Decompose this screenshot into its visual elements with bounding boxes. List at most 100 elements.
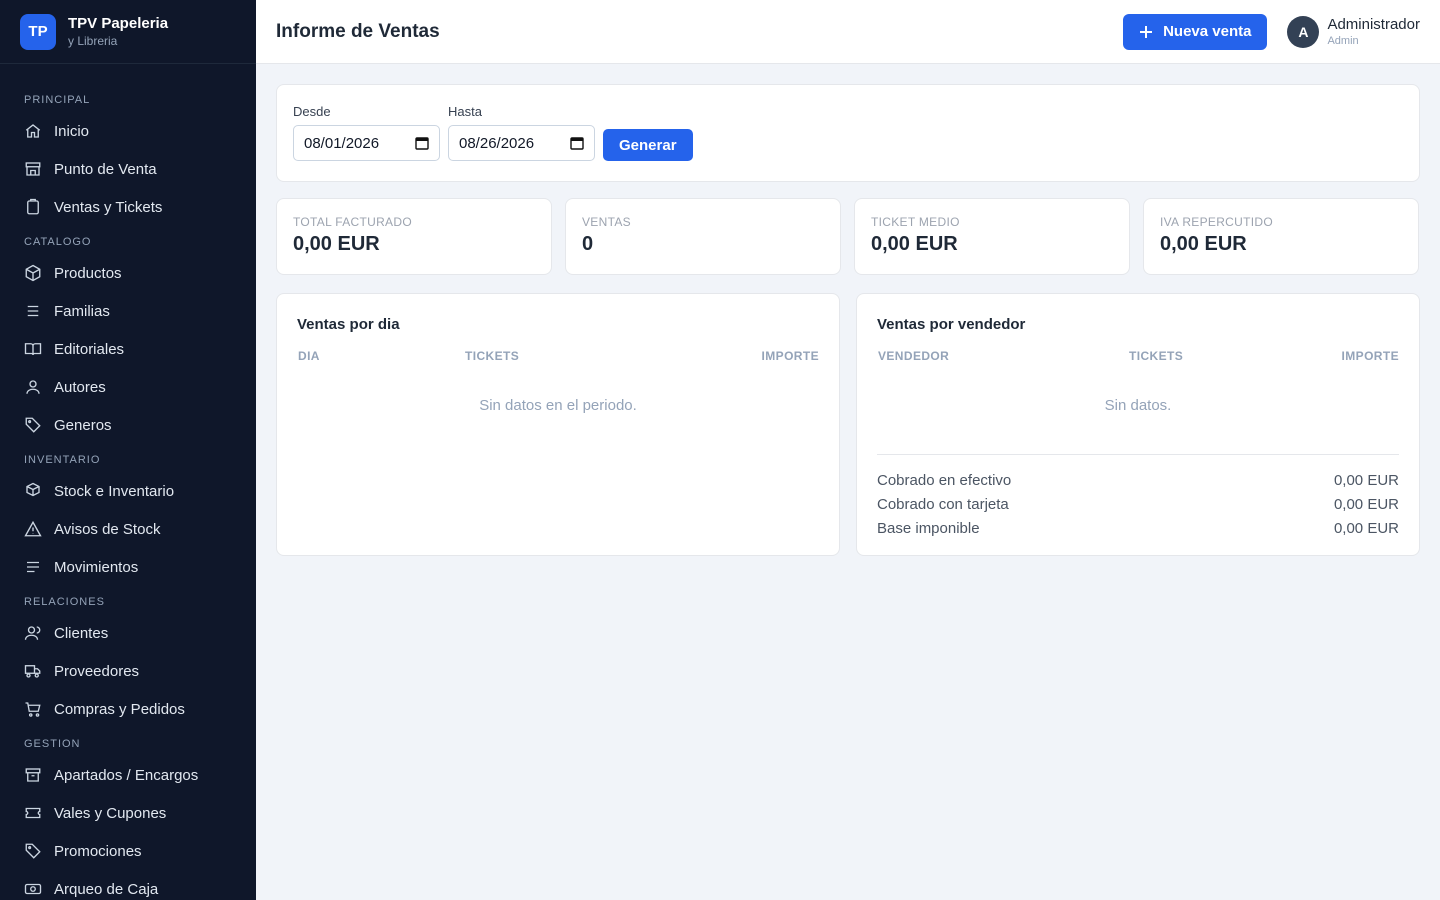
kpi-label: VENTAS [582,215,631,229]
nav-section-gestion: GESTION [24,738,81,750]
to-date-label: Hasta [448,104,482,119]
nav-section-inventario: INVENTARIO [24,454,101,466]
sidebar-item-clientes[interactable]: Clientes [0,614,256,652]
cart-icon [25,702,41,717]
sidebar-item-label: Familias [54,302,110,320]
sidebar-item-familias[interactable]: Familias [0,292,256,330]
empty-state: Sin datos en el periodo. [479,397,637,414]
sidebar-item-label: Productos [54,264,122,282]
sidebar-item-avisos-stock[interactable]: Avisos de Stock [0,510,256,548]
sidebar-item-generos[interactable]: Generos [0,406,256,444]
from-date-label: Desde [293,104,331,119]
kpi-value: 0,00 EUR [1160,233,1247,255]
generate-button[interactable]: Generar [603,129,693,161]
summary-value: 0,00 EUR [1333,472,1399,489]
column-header-vendedor[interactable]: VENDEDOR [877,349,1129,363]
home-icon [25,124,41,138]
kpi-row: TOTAL FACTURADO 0,00 EUR VENTAS 0 TICKET… [276,198,1420,275]
kpi-total-facturado: TOTAL FACTURADO 0,00 EUR [276,198,552,275]
column-header-tickets[interactable]: TICKETS [1129,349,1249,363]
users-icon [24,626,41,640]
summary-label: Cobrado en efectivo [877,472,1012,489]
sidebar-item-label: Generos [54,416,112,434]
warning-icon [24,520,42,537]
sidebar-item-label: Avisos de Stock [54,520,161,538]
panel-title: Ventas por vendedor [877,316,1026,333]
to-date-input[interactable]: 08/26/2026 [448,125,595,161]
summary-value: 0,00 EUR [1333,496,1399,513]
cube-icon [25,264,41,282]
cash-icon [24,883,42,895]
sidebar-item-punto-de-venta[interactable]: Punto de Venta [0,150,256,188]
user-name: Administrador [1327,15,1420,33]
sidebar-item-editoriales[interactable]: Editoriales [0,330,256,368]
sidebar-item-productos[interactable]: Productos [0,254,256,292]
from-date-value: 08/01/2026 [304,134,380,152]
sidebar-item-apartados[interactable]: Apartados / Encargos [0,756,256,794]
sales-by-seller-panel: Ventas por vendedor VENDEDOR TICKETS IMP… [856,293,1420,556]
plus-icon [1140,25,1153,38]
sidebar-item-label: Stock e Inventario [54,482,175,500]
sidebar-item-label: Proveedores [54,662,140,680]
nav-section-catalogo: CATALOGO [24,236,92,248]
store-icon [25,162,41,176]
main-content: Desde 08/01/2026 Hasta 08/26/2026 Genera… [276,84,1420,556]
sidebar-item-label: Ventas y Tickets [54,198,163,216]
sidebar-item-autores[interactable]: Autores [0,368,256,406]
kpi-value: 0 [582,233,594,255]
summary-row-efectivo: Cobrado en efectivo 0,00 EUR [877,469,1399,493]
calendar-icon[interactable] [415,136,429,150]
from-date-field: Desde 08/01/2026 [293,104,440,161]
from-date-input[interactable]: 08/01/2026 [293,125,440,161]
sidebar: TP TPV Papeleria y Libreria PRINCIPAL In… [0,0,256,900]
column-header-importe[interactable]: IMPORTE [615,349,819,363]
user-menu[interactable]: A Administrador Admin [1287,15,1420,48]
table-header: VENDEDOR TICKETS IMPORTE [877,349,1399,363]
column-header-importe[interactable]: IMPORTE [1249,349,1399,363]
brand-name: TPV Papeleria [68,14,169,32]
sidebar-nav: PRINCIPAL Inicio Punto de Venta Ventas y… [0,64,256,900]
summary-value: 0,00 EUR [1333,520,1399,537]
user-icon [26,380,40,394]
sidebar-item-proveedores[interactable]: Proveedores [0,652,256,690]
calendar-icon[interactable] [570,136,584,150]
nav-section-relaciones: RELACIONES [24,596,105,608]
brand[interactable]: TP TPV Papeleria y Libreria [0,0,256,64]
to-date-value: 08/26/2026 [459,134,535,152]
user-role: Admin [1327,34,1359,47]
sidebar-item-vales-cupones[interactable]: Vales y Cupones [0,794,256,832]
nav-section-principal: PRINCIPAL [24,94,91,106]
kpi-label: TICKET MEDIO [871,215,960,229]
summary-label: Base imponible [877,520,980,537]
new-sale-button[interactable]: Nueva venta [1123,13,1268,50]
sales-by-day-panel: Ventas por dia DIA TICKETS IMPORTE Sin d… [276,293,840,556]
kpi-value: 0,00 EUR [293,233,380,255]
column-header-dia[interactable]: DIA [297,349,465,363]
ticket-icon [25,807,41,819]
sidebar-item-label: Promociones [54,842,142,860]
kpi-ventas: VENTAS 0 [565,198,841,275]
sidebar-item-label: Vales y Cupones [54,804,167,822]
column-header-tickets[interactable]: TICKETS [465,349,615,363]
sidebar-item-label: Editoriales [54,340,125,358]
archive-icon [25,768,41,782]
table-header: DIA TICKETS IMPORTE [297,349,819,363]
sidebar-item-promociones[interactable]: Promociones [0,832,256,870]
sidebar-item-label: Punto de Venta [54,160,157,178]
lines-icon [27,561,39,573]
tag-icon [25,843,41,859]
sidebar-item-stock-inventario[interactable]: Stock e Inventario [0,472,256,510]
kpi-iva-repercutido: IVA REPERCUTIDO 0,00 EUR [1143,198,1419,275]
top-header: Informe de Ventas Nueva venta A Administ… [256,0,1440,64]
sidebar-item-label: Compras y Pedidos [54,700,185,718]
kpi-label: IVA REPERCUTIDO [1160,215,1273,229]
sidebar-item-compras-pedidos[interactable]: Compras y Pedidos [0,690,256,728]
kpi-value: 0,00 EUR [871,233,958,255]
sidebar-item-ventas-tickets[interactable]: Ventas y Tickets [0,188,256,226]
sidebar-item-label: Clientes [54,624,109,642]
sidebar-item-movimientos[interactable]: Movimientos [0,548,256,586]
sidebar-item-label: Arqueo de Caja [54,880,159,898]
sidebar-item-arqueo-caja[interactable]: Arqueo de Caja [0,870,256,900]
sidebar-item-inicio[interactable]: Inicio [0,112,256,150]
empty-state: Sin datos. [1104,397,1172,414]
